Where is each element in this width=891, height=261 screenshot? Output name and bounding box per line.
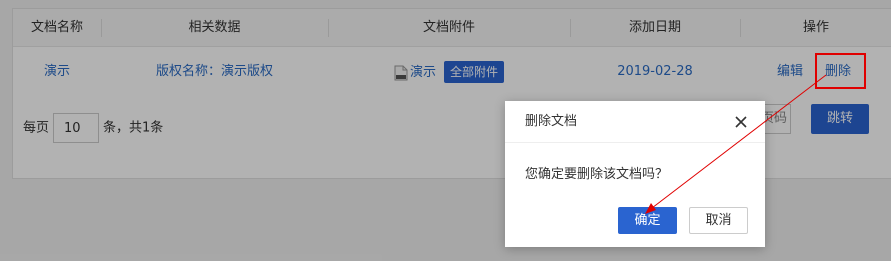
close-icon[interactable] bbox=[731, 112, 751, 132]
delete-confirm-dialog: 删除文档 您确定要删除该文档吗？ 确定 取消 bbox=[505, 101, 765, 247]
cancel-button[interactable]: 取消 bbox=[689, 207, 748, 234]
dialog-message: 您确定要删除该文档吗？ bbox=[525, 167, 669, 182]
confirm-button[interactable]: 确定 bbox=[618, 207, 677, 234]
dialog-header: 删除文档 bbox=[505, 101, 765, 143]
dialog-title: 删除文档 bbox=[525, 114, 578, 129]
